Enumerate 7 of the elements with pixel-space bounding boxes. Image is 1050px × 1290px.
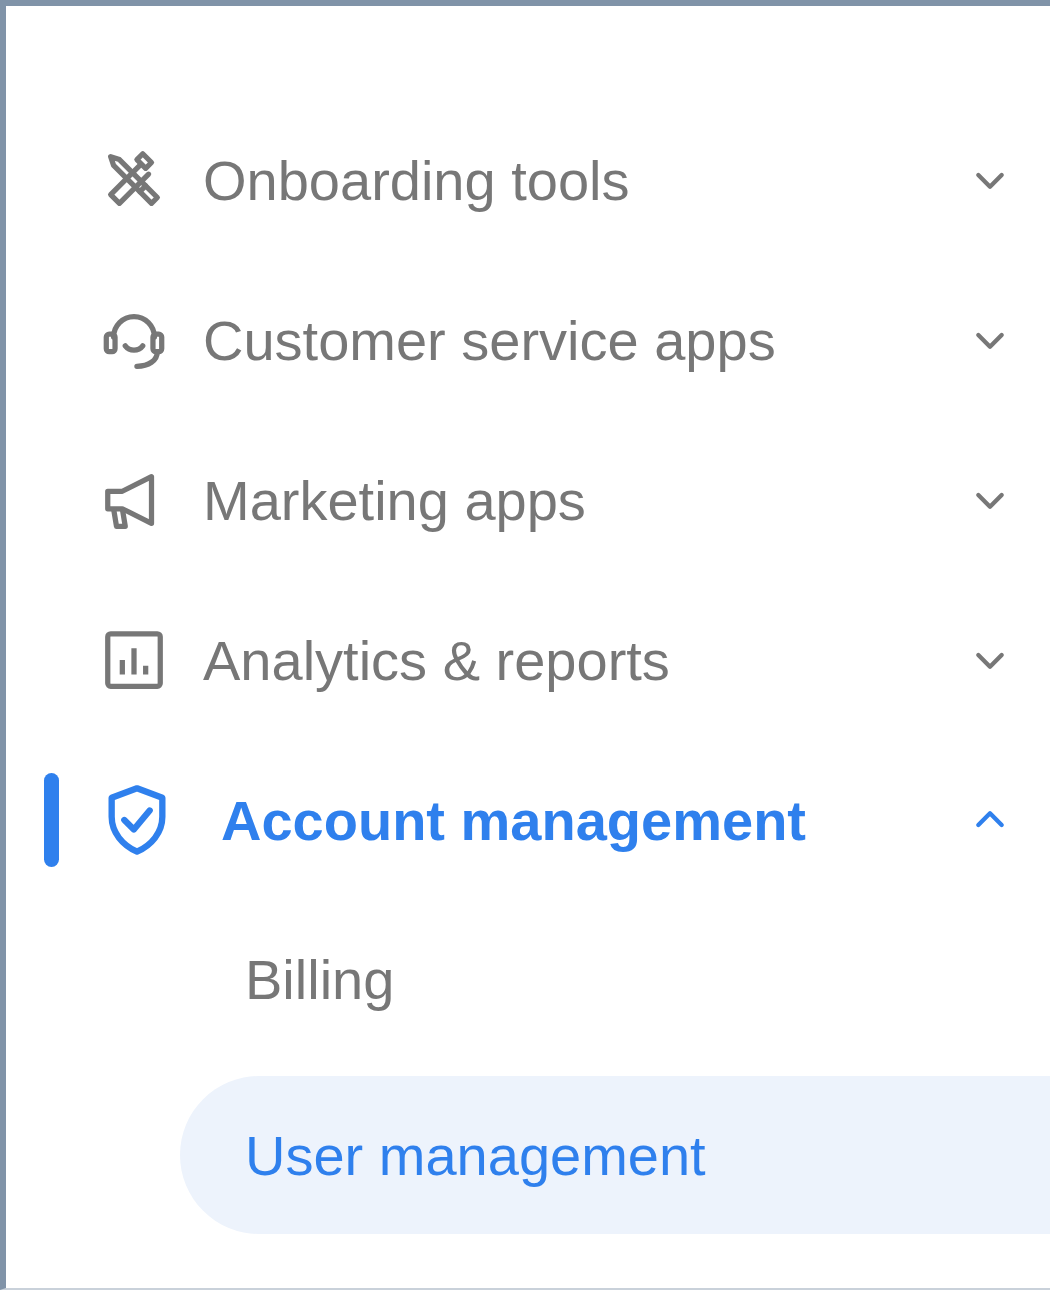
nav-item[interactable]: Account management: [6, 740, 1050, 900]
nav-item[interactable]: Customer service apps: [6, 260, 1050, 420]
nav-item[interactable]: Onboarding tools: [6, 100, 1050, 260]
sub-nav-item[interactable]: Billing: [180, 900, 1050, 1058]
sub-nav-item[interactable]: User management: [180, 1076, 1050, 1234]
nav-item[interactable]: Analytics & reports: [6, 580, 1050, 740]
nav-item[interactable]: Marketing apps: [6, 420, 1050, 580]
